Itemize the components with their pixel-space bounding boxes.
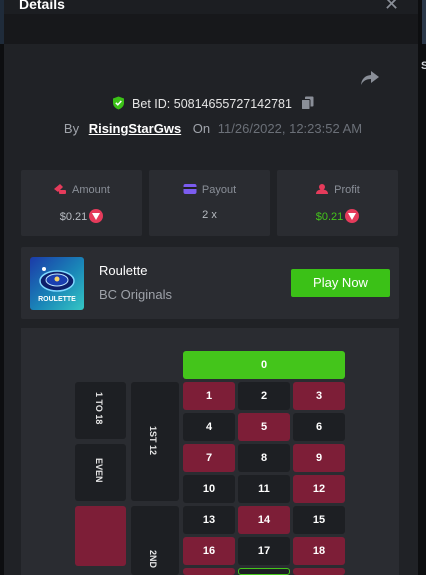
stat-value: $0.21 bbox=[315, 211, 344, 223]
on-label: On bbox=[192, 121, 211, 136]
background-letter: S bbox=[421, 60, 426, 72]
stat-label: Payout bbox=[201, 184, 237, 196]
stat-card-amount: Amount $0.21 bbox=[21, 170, 142, 236]
number-cell-partial bbox=[293, 568, 345, 575]
close-icon[interactable]: ✕ bbox=[384, 0, 399, 15]
number-cell: 17 bbox=[238, 537, 290, 565]
stat-card-payout: Payout 2 x bbox=[149, 170, 270, 236]
bet-id-label: Bet ID: bbox=[132, 97, 171, 111]
number-cell: 11 bbox=[238, 475, 290, 503]
number-cell: 7 bbox=[183, 444, 235, 472]
wallet-icon bbox=[183, 184, 197, 194]
bet-red bbox=[75, 506, 126, 566]
number-cell: 18 bbox=[293, 537, 345, 565]
coin-icon bbox=[89, 209, 104, 223]
number-cell: 4 bbox=[183, 413, 235, 441]
number-cell: 2 bbox=[238, 382, 290, 410]
profit-icon bbox=[316, 184, 329, 194]
number-cell: 13 bbox=[183, 506, 235, 534]
stat-label: Profit bbox=[334, 184, 360, 196]
number-cell: 3 bbox=[293, 382, 345, 410]
game-provider: BC Originals bbox=[99, 287, 172, 302]
number-cell-partial bbox=[238, 568, 290, 575]
number-cell: 16 bbox=[183, 537, 235, 565]
number-cell: 6 bbox=[293, 413, 345, 441]
bet-datetime: 11/26/2022, 12:23:52 AM bbox=[217, 121, 363, 136]
number-cell: 15 bbox=[293, 506, 345, 534]
bet-1st-12: 1ST 12 bbox=[131, 382, 179, 501]
stat-card-profit: Profit $0.21 bbox=[277, 170, 398, 236]
coin-icon bbox=[345, 209, 360, 223]
background-strip-right bbox=[418, 0, 426, 575]
modal-title: Details bbox=[19, 0, 65, 12]
shield-check-icon bbox=[112, 96, 125, 113]
bet-1-to-18: 1 TO 18 bbox=[75, 382, 126, 439]
bet-even: EVEN bbox=[75, 444, 126, 501]
number-cell: 10 bbox=[183, 475, 235, 503]
roulette-board: 0 1 TO 18 EVEN 1ST 12 2ND 1 2 3 4 5 6 7 8 9 10 11 1… bbox=[21, 328, 399, 575]
number-cell: 9 bbox=[293, 444, 345, 472]
modal-header bbox=[4, 0, 418, 14]
game-thumbnail[interactable]: ROULETTE bbox=[30, 257, 84, 310]
number-cell: 8 bbox=[238, 444, 290, 472]
username-link[interactable]: RisingStarGws bbox=[89, 121, 181, 136]
stat-value: 2 x bbox=[202, 209, 217, 221]
bet-author-row: By RisingStarGws On 11/26/2022, 12:23:52… bbox=[0, 121, 426, 136]
number-cell: 12 bbox=[293, 475, 345, 503]
game-name: Roulette bbox=[99, 263, 148, 278]
zero-cell: 0 bbox=[183, 351, 345, 379]
bet-id-row: Bet ID: 50814655727142781 bbox=[0, 96, 426, 113]
stat-label: Amount bbox=[72, 184, 110, 196]
play-now-button[interactable]: Play Now bbox=[291, 269, 390, 297]
share-icon[interactable] bbox=[358, 66, 382, 90]
thumbnail-text: ROULETTE bbox=[38, 296, 76, 303]
number-cell-partial bbox=[183, 568, 235, 575]
amount-icon bbox=[54, 184, 67, 194]
bet-id-value: 50814655727142781 bbox=[173, 97, 292, 111]
copy-icon[interactable] bbox=[301, 96, 314, 113]
bet-2nd-12: 2ND bbox=[131, 506, 179, 575]
by-label: By bbox=[63, 121, 80, 136]
number-cell: 14 bbox=[238, 506, 290, 534]
number-cell: 5 bbox=[238, 413, 290, 441]
stat-value: $0.21 bbox=[59, 211, 88, 223]
number-cell: 1 bbox=[183, 382, 235, 410]
